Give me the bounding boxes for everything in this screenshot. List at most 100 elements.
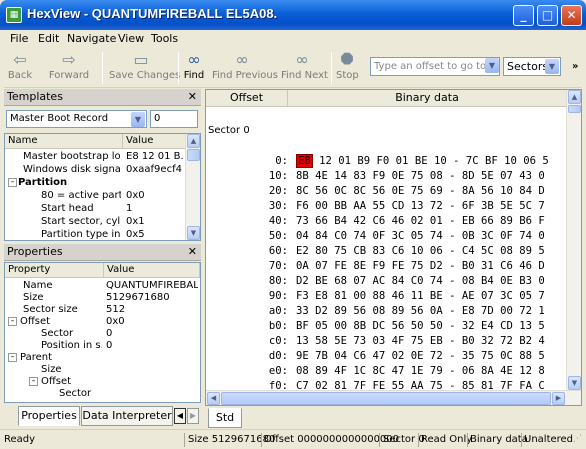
scroll-down-icon[interactable]: ▼ — [187, 226, 200, 240]
hex-bytes[interactable]: BF 05 00 8B DC 56 50 50 - 32 E4 CD 13 5 — [296, 318, 545, 334]
tab-scroll-left-icon[interactable]: ◀ — [174, 408, 186, 424]
property-row[interactable]: Size 5129671680 — [5, 292, 200, 304]
back-button[interactable]: ⇦ Back — [6, 50, 34, 86]
column-header-binary-data[interactable]: Binary data — [288, 90, 567, 107]
property-row[interactable]: Sector 0 — [5, 328, 200, 340]
menu-edit[interactable]: Edit — [38, 32, 59, 45]
scroll-thumb[interactable] — [568, 105, 581, 113]
find-previous-button[interactable]: ∞ Find Previous — [212, 50, 278, 86]
tab-data-interpreter[interactable]: Data Interpreter — [81, 406, 173, 426]
hex-bytes[interactable]: 08 89 4F 1C 8C 47 1E 79 - 06 8A 4E 12 8 — [296, 363, 545, 379]
template-row[interactable]: Partition type in... 0x5 — [5, 228, 186, 241]
property-row[interactable]: Name QUANTUMFIREBALL... — [5, 280, 200, 292]
template-row[interactable]: Windows disk signat... 0xaaf9ecf4 — [5, 163, 186, 176]
find-next-button[interactable]: ∞ Find Next — [281, 50, 328, 86]
column-header-value[interactable]: Value — [123, 134, 186, 149]
property-row[interactable]: Sector size 512 — [5, 304, 200, 316]
hex-bytes[interactable]: F3 E8 81 00 88 46 11 BE - AE 07 3C 05 7 — [296, 288, 545, 304]
hex-row[interactable]: e0: 08 89 4F 1C 8C 47 1E 79 - 06 8A 4E 12… — [206, 363, 567, 379]
hex-row[interactable]: 60: E2 80 75 CB 83 C6 10 06 - C4 5C 08 89… — [206, 243, 567, 259]
property-row[interactable]: Sector — [5, 388, 200, 400]
save-changes-button[interactable]: ▭ Save Changes — [109, 50, 180, 86]
find-button[interactable]: ∞ Find — [182, 50, 206, 86]
menu-file[interactable]: File — [10, 32, 28, 45]
hex-row[interactable]: c0: 13 58 5E 73 03 4F 75 EB - B0 32 72 B2… — [206, 333, 567, 349]
template-row[interactable]: 80 = active parti... 0x0 — [5, 189, 186, 202]
title-bar[interactable]: ▦ HexView - QUANTUMFIREBALL EL5A08. _ □ … — [0, 0, 586, 30]
scroll-thumb[interactable] — [187, 149, 200, 161]
menu-tools[interactable]: Tools — [151, 32, 178, 45]
hex-bytes[interactable]: 33 D2 89 56 08 89 56 0A - E8 7D 00 72 1 — [296, 303, 545, 319]
hex-row[interactable]: 20: 8C 56 0C 8C 56 0E 75 69 - 8A 56 10 84… — [206, 183, 567, 199]
tab-properties[interactable]: Properties — [18, 406, 80, 426]
tab-scroll-right-icon[interactable]: ▶ — [187, 408, 199, 424]
hex-horizontal-scrollbar[interactable]: ◀ ▶ — [206, 390, 581, 405]
close-icon[interactable]: ✕ — [188, 244, 197, 260]
hex-row[interactable]: d0: 9E 7B 04 C6 47 02 0E 72 - 35 75 0C 88… — [206, 348, 567, 364]
toolbar-overflow-button[interactable]: » — [572, 61, 578, 72]
hex-bytes[interactable]: E2 80 75 CB 83 C6 10 06 - C4 5C 08 89 5 — [296, 243, 545, 259]
hex-row[interactable]: 30: F6 00 BB AA 55 CD 13 72 - 6F 3B 5E 5C… — [206, 198, 567, 214]
hex-bytes[interactable]: F6 00 BB AA 55 CD 13 72 - 6F 3B 5E 5C 7 — [296, 198, 545, 214]
hex-row[interactable]: 0: E8 12 01 B9 F0 01 BE 10 - 7C BF 10 06 … — [206, 153, 567, 169]
property-row[interactable]: - Offset 0x0 — [5, 316, 200, 328]
template-select[interactable]: Master Boot Record ▼ — [6, 110, 147, 128]
scroll-right-icon[interactable]: ▶ — [552, 392, 565, 405]
scroll-down-icon[interactable]: ▼ — [568, 376, 581, 390]
hex-bytes[interactable]: 8B 4E 14 83 F9 0E 75 08 - 8D 5E 07 43 0 — [296, 168, 545, 184]
hex-bytes[interactable]: 8C 56 0C 8C 56 0E 75 69 - 8A 56 10 84 D — [296, 183, 545, 199]
property-row[interactable]: Position in s... 0 — [5, 340, 200, 352]
hex-bytes[interactable]: 13 58 5E 73 03 4F 75 EB - B0 32 72 B2 4 — [296, 333, 545, 349]
maximize-button[interactable]: □ — [537, 5, 558, 26]
column-header-offset[interactable]: Offset — [206, 90, 288, 107]
hex-bytes[interactable]: 9E 7B 04 C6 47 02 0E 72 - 35 75 0C 88 5 — [296, 348, 545, 364]
template-row[interactable]: Master bootstrap loa... E8 12 01 B... — [5, 150, 186, 163]
template-index-input[interactable]: 0 — [150, 110, 198, 128]
units-select[interactable]: Sectors ▼ — [503, 57, 561, 76]
hex-view[interactable]: Offset Binary data Sector 0 0: E8 12 01 B… — [205, 89, 582, 406]
hex-row[interactable]: a0: 33 D2 89 56 08 89 56 0A - E8 7D 00 72… — [206, 303, 567, 319]
collapse-icon[interactable]: - — [29, 377, 38, 386]
templates-scrollbar[interactable]: ▲ ▼ — [185, 134, 200, 240]
forward-button[interactable]: ⇨ Forward — [48, 50, 90, 86]
hex-bytes[interactable]: 04 84 C0 74 0F 3C 05 74 - 0B 3C 0F 74 0 — [296, 228, 545, 244]
scroll-up-icon[interactable]: ▲ — [187, 134, 200, 148]
hex-row[interactable]: 50: 04 84 C0 74 0F 3C 05 74 - 0B 3C 0F 74… — [206, 228, 567, 244]
close-icon[interactable]: ✕ — [188, 89, 197, 105]
menu-navigate[interactable]: Navigate — [67, 32, 116, 45]
template-row[interactable]: Start sector, cyli... 0x1 — [5, 215, 186, 228]
property-row[interactable]: - Offset — [5, 376, 200, 388]
column-header-name[interactable]: Name — [5, 134, 123, 149]
template-row[interactable]: - Partition — [5, 176, 186, 189]
column-header-property[interactable]: Property — [5, 263, 104, 278]
hex-row[interactable]: 90: F3 E8 81 00 88 46 11 BE - AE 07 3C 05… — [206, 288, 567, 304]
hex-bytes[interactable]: D2 BE 68 07 AC 84 C0 74 - 08 B4 0E B3 0 — [296, 273, 545, 289]
hex-row[interactable]: 40: 73 66 B4 42 C6 46 02 01 - EB 66 89 B6… — [206, 213, 567, 229]
column-header-value[interactable]: Value — [104, 263, 200, 278]
collapse-icon[interactable]: - — [8, 178, 17, 187]
minimize-button[interactable]: _ — [513, 5, 534, 26]
hex-cursor-byte[interactable]: E8 — [296, 154, 313, 168]
hex-bytes[interactable]: E8 12 01 B9 F0 01 BE 10 - 7C BF 10 06 5 — [296, 153, 549, 169]
hex-vertical-scrollbar[interactable]: ▲ ▼ — [566, 90, 581, 390]
scroll-thumb[interactable] — [221, 392, 551, 405]
scroll-left-icon[interactable]: ◀ — [207, 392, 220, 405]
collapse-icon[interactable]: - — [8, 353, 17, 362]
tab-std[interactable]: Std — [208, 408, 242, 428]
hex-row[interactable]: 80: D2 BE 68 07 AC 84 C0 74 - 08 B4 0E B3… — [206, 273, 567, 289]
stop-button[interactable]: ⯃ Stop — [336, 50, 359, 86]
property-row[interactable]: Size — [5, 364, 200, 376]
hex-row[interactable]: b0: BF 05 00 8B DC 56 50 50 - 32 E4 CD 13… — [206, 318, 567, 334]
hex-bytes[interactable]: 73 66 B4 42 C6 46 02 01 - EB 66 89 B6 F — [296, 213, 545, 229]
template-row[interactable]: Start head 1 — [5, 202, 186, 215]
hex-row[interactable]: 70: 0A 07 FE 8E F9 FE 75 D2 - B0 31 C6 46… — [206, 258, 567, 274]
hex-row[interactable]: 10: 8B 4E 14 83 F9 0E 75 08 - 8D 5E 07 43… — [206, 168, 567, 184]
close-button[interactable]: ✕ — [561, 5, 582, 26]
scroll-up-icon[interactable]: ▲ — [568, 90, 581, 104]
collapse-icon[interactable]: - — [8, 317, 17, 326]
goto-dropdown-button[interactable]: ▼ — [485, 58, 499, 75]
menu-view[interactable]: View — [118, 32, 144, 45]
resize-grip-icon[interactable]: ⋰ — [573, 430, 582, 449]
property-row[interactable]: - Parent — [5, 352, 200, 364]
hex-bytes[interactable]: 0A 07 FE 8E F9 FE 75 D2 - B0 31 C6 46 D — [296, 258, 545, 274]
